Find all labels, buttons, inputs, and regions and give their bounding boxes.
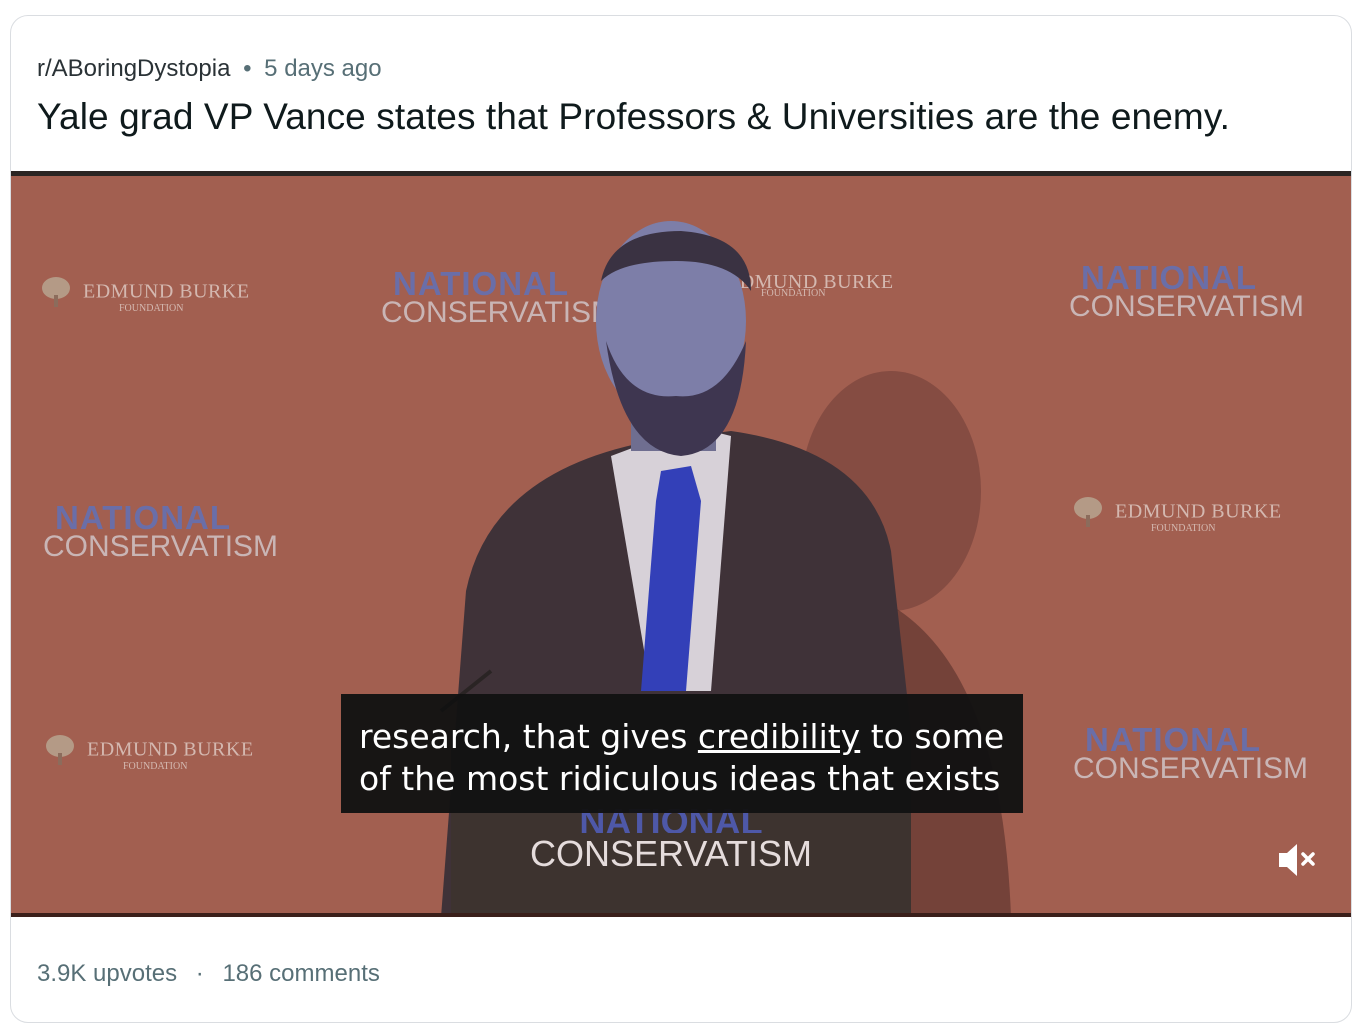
upvote-count[interactable]: 3.9K upvotes xyxy=(37,960,177,987)
caption-line-2: of the most ridiculous ideas that exists xyxy=(359,759,1001,798)
caption-line-1: research, that gives credibility to some xyxy=(359,717,1005,756)
video-bottom-edge xyxy=(11,913,1351,917)
mute-button[interactable] xyxy=(1273,836,1321,884)
subreddit-link[interactable]: r/ABoringDystopia xyxy=(37,55,230,82)
footer-separator: · xyxy=(195,960,204,987)
video-caption: research, that gives credibility to some… xyxy=(341,694,1023,813)
post-meta: r/ABoringDystopia • 5 days ago xyxy=(37,55,382,83)
post-footer: 3.9K upvotes · 186 comments xyxy=(37,960,380,988)
post-card[interactable]: r/ABoringDystopia • 5 days ago Yale grad… xyxy=(10,15,1352,1023)
meta-separator: • xyxy=(243,55,252,82)
post-header: r/ABoringDystopia • 5 days ago Yale grad… xyxy=(11,16,1351,171)
post-time: 5 days ago xyxy=(264,55,382,82)
post-title[interactable]: Yale grad VP Vance states that Professor… xyxy=(37,96,1230,138)
comment-count[interactable]: 186 comments xyxy=(222,960,379,987)
video-player[interactable]: EDMUND BURKE FOUNDATION NATIONAL CONSERV… xyxy=(11,171,1351,917)
podium-logo: NATIONAL CONSERVATISM xyxy=(529,809,813,874)
volume-muted-icon xyxy=(1279,844,1315,876)
